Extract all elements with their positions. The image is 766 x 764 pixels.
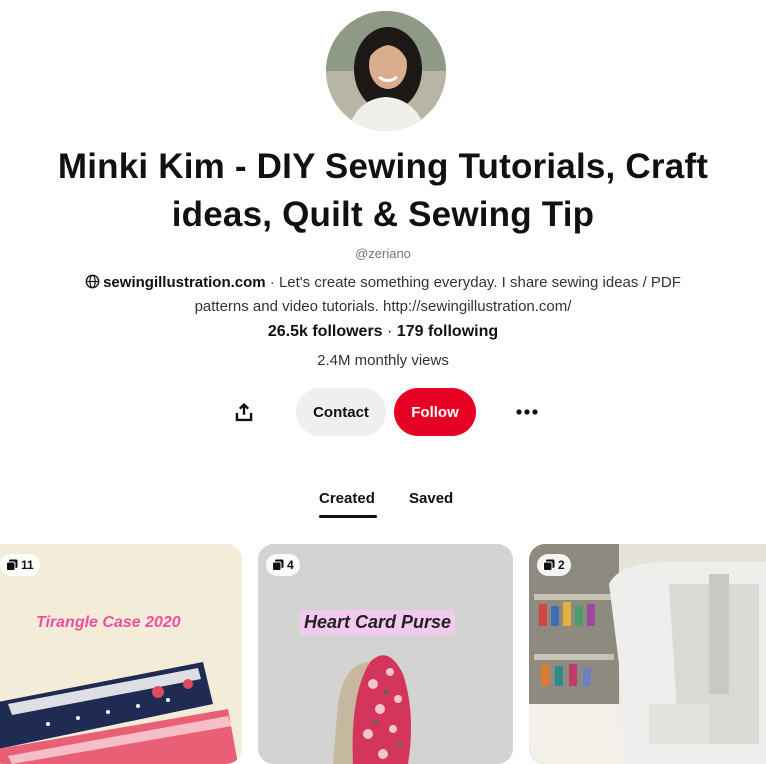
pin-count-badge: 4: [266, 554, 300, 576]
pin-count: 2: [558, 558, 565, 572]
contact-button[interactable]: Contact: [296, 388, 386, 436]
pin-image: [0, 544, 242, 764]
globe-icon: [85, 274, 100, 296]
bio-text: · Let's create something everyday. I sha…: [194, 274, 681, 315]
profile-bio: sewingillustration.com · Let's create so…: [66, 272, 700, 318]
board-stack-icon: [272, 559, 284, 571]
follow-button[interactable]: Follow: [394, 388, 476, 436]
share-button[interactable]: [228, 396, 260, 428]
website-link[interactable]: sewingillustration.com: [103, 274, 266, 291]
more-options-button[interactable]: [510, 396, 544, 428]
pin-count: 4: [287, 558, 294, 572]
more-options-icon: [516, 409, 538, 415]
pin-image: [258, 544, 513, 764]
following-count[interactable]: 179 following: [397, 323, 498, 340]
pin-card[interactable]: 2: [529, 544, 766, 764]
pin-image: [529, 544, 766, 764]
pin-title: Heart Card Purse: [300, 610, 456, 635]
follow-stats: 26.5k followers · 179 following: [0, 323, 766, 341]
pin-count-badge: 2: [537, 554, 571, 576]
profile-handle: @zeriano: [355, 246, 411, 261]
pin-title: Tirangle Case 2020: [36, 614, 181, 631]
stats-separator: ·: [382, 323, 397, 340]
pin-card[interactable]: 4 Heart Card Purse: [258, 544, 513, 764]
tab-saved[interactable]: Saved: [409, 490, 453, 507]
monthly-views: 2.4M monthly views: [317, 352, 449, 369]
profile-name: Minki Kim - DIY Sewing Tutorials, Craft …: [57, 147, 709, 234]
pin-card[interactable]: 11 Tirangle Case 2020: [0, 544, 242, 764]
share-icon: [235, 402, 253, 422]
tab-created[interactable]: Created: [319, 490, 375, 507]
followers-count[interactable]: 26.5k followers: [268, 323, 383, 340]
board-stack-icon: [6, 559, 18, 571]
board-stack-icon: [543, 559, 555, 571]
profile-avatar: [326, 11, 446, 131]
pin-count: 11: [21, 558, 34, 572]
pin-count-badge: 11: [0, 554, 40, 576]
active-tab-indicator: [319, 515, 377, 518]
